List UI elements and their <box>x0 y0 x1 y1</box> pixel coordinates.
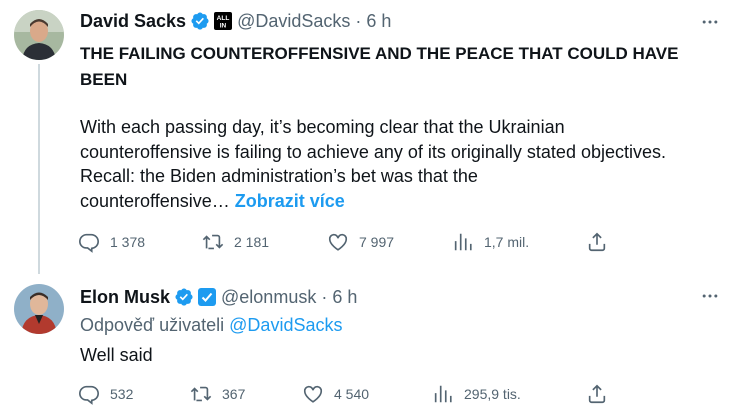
timestamp[interactable]: 6 h <box>332 287 357 308</box>
x-affiliation-icon[interactable] <box>198 288 217 306</box>
tweet-text-fragment: counteroffensive… <box>80 190 230 211</box>
tweet-text-line: Recall: the Biden administration’s bet w… <box>80 166 478 186</box>
separator-dot: · <box>355 10 362 31</box>
tweet-headline: THE FAILING COUNTEROFFENSIVE AND THE PEA… <box>80 41 720 93</box>
reply-icon <box>79 385 99 405</box>
reply-count: 1 378 <box>110 234 146 250</box>
replying-to: Odpověď uživateli @DavidSacks <box>80 315 342 336</box>
like-count: 7 997 <box>359 234 395 250</box>
verified-badge-icon[interactable] <box>190 11 210 31</box>
views-icon <box>454 233 472 251</box>
like-button[interactable]: 7 997 <box>327 230 394 254</box>
reply-mention-link[interactable]: @DavidSacks <box>229 315 342 335</box>
author-name[interactable]: Elon Musk <box>80 287 170 308</box>
view-count: 295,9 tis. <box>464 386 521 402</box>
tweet-text-line: counteroffensive is failing to achieve a… <box>80 141 666 162</box>
author-handle[interactable]: @elonmusk <box>221 287 316 308</box>
share-icon <box>588 384 606 404</box>
reply-prefix: Odpověď uživateli <box>80 315 225 335</box>
thread-line <box>38 64 40 274</box>
reply-count: 532 <box>110 386 134 402</box>
tweet-text-line: counteroffensive… Zobrazit více <box>80 189 730 214</box>
headline-line: BEEN <box>80 70 128 89</box>
avatar[interactable] <box>14 284 64 334</box>
author-handle[interactable]: @DavidSacks <box>237 11 350 32</box>
separator-dot: · <box>321 286 328 307</box>
headline-line: THE FAILING COUNTEROFFENSIVE AND THE PEA… <box>80 44 679 63</box>
tweet-header: Elon Musk @elonmusk · 6 h <box>80 285 357 309</box>
retweet-count: 2 181 <box>234 234 270 250</box>
tweet-text: With each passing day, it’s becoming cle… <box>80 115 730 213</box>
action-bar: 532 367 4 540 295,9 tis. <box>78 382 618 406</box>
like-icon <box>328 233 348 251</box>
views-button[interactable]: 1,7 mil. <box>452 230 529 254</box>
retweet-count: 367 <box>222 386 246 402</box>
reply-button[interactable]: 1 378 <box>78 230 145 254</box>
timestamp[interactable]: 6 h <box>366 11 391 32</box>
show-more-link[interactable]: Zobrazit více <box>235 191 345 211</box>
reply-icon <box>79 233 99 253</box>
reply-button[interactable]: 532 <box>78 382 133 406</box>
like-icon <box>303 385 323 403</box>
retweet-icon <box>190 386 212 402</box>
like-count: 4 540 <box>334 386 370 402</box>
like-button[interactable]: 4 540 <box>302 382 369 406</box>
retweet-button[interactable]: 367 <box>190 382 245 406</box>
views-icon <box>434 385 452 403</box>
all-in-affiliation-icon[interactable]: ALL IN <box>214 12 233 30</box>
more-icon[interactable] <box>699 11 721 33</box>
tweet-david-sacks[interactable]: David Sacks ALL IN @DavidSacks · 6 h THE… <box>0 0 743 274</box>
retweet-button[interactable]: 2 181 <box>202 230 269 254</box>
action-bar: 1 378 2 181 7 997 1,7 mil. <box>78 230 618 254</box>
verified-badge-icon[interactable] <box>174 287 194 307</box>
share-button[interactable] <box>586 382 608 406</box>
views-button[interactable]: 295,9 tis. <box>432 382 521 406</box>
share-button[interactable] <box>586 230 608 254</box>
tweet-elon-musk[interactable]: Elon Musk @elonmusk · 6 h Odpověď uživat… <box>0 272 743 417</box>
author-name[interactable]: David Sacks <box>80 11 186 32</box>
more-icon[interactable] <box>699 285 721 307</box>
tweet-header: David Sacks ALL IN @DavidSacks · 6 h <box>80 9 391 33</box>
svg-text:IN: IN <box>220 23 227 30</box>
view-count: 1,7 mil. <box>484 234 530 250</box>
avatar[interactable] <box>14 10 64 60</box>
tweet-text: Well said <box>80 345 153 365</box>
svg-text:ALL: ALL <box>217 15 230 22</box>
retweet-icon <box>202 234 224 250</box>
share-icon <box>588 232 606 252</box>
tweet-text-line: With each passing day, it’s becoming cle… <box>80 117 565 137</box>
